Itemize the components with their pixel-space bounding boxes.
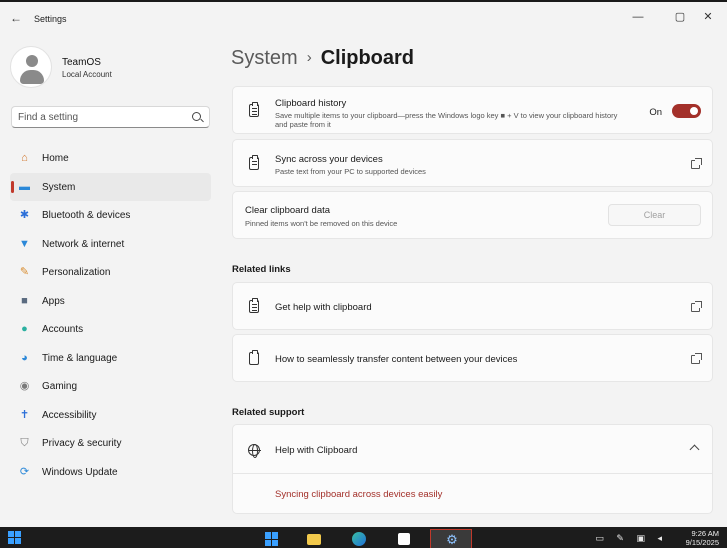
related-link-transfer[interactable]: How to seamlessly transfer content betwe… <box>232 334 713 382</box>
clipboard-history-description: Save multiple items to your clipboard—pr… <box>275 111 618 129</box>
sidebar-item-system[interactable]: ▬ System <box>10 172 211 201</box>
sidebar-item-label: Windows Update <box>42 466 118 478</box>
accessibility-icon: ✝ <box>19 408 30 421</box>
sidebar-item-time-language[interactable]: ◕ Time & language <box>10 344 211 373</box>
update-icon: ⟳ <box>19 465 30 478</box>
title-bar: ← Settings — ▢ ✕ <box>0 2 727 36</box>
avatar-head-icon <box>26 55 38 67</box>
profile-card[interactable]: TeamOS Local Account <box>10 46 210 90</box>
avatar-body-icon <box>20 70 44 84</box>
edge-icon[interactable] <box>345 529 373 548</box>
sidebar-item-apps[interactable]: ■ Apps <box>10 287 211 316</box>
minimize-button[interactable]: — <box>623 6 653 28</box>
sidebar-item-privacy-security[interactable]: ⛉ Privacy & security <box>10 429 211 458</box>
external-link-icon <box>691 158 702 169</box>
avatar <box>10 46 52 88</box>
app-title: Settings <box>34 14 67 24</box>
sidebar-item-label: Accessibility <box>42 409 97 421</box>
help-with-clipboard-card: Help with Clipboard Syncing clipboard ac… <box>232 424 713 514</box>
sync-devices-description: Paste text from your PC to supported dev… <box>275 167 426 176</box>
breadcrumb-separator-icon: › <box>306 49 312 66</box>
system-icon: ▬ <box>19 180 30 193</box>
apps-icon: ■ <box>21 294 28 307</box>
sidebar-item-gaming[interactable]: ◉ Gaming <box>10 372 211 401</box>
related-link-label: Get help with clipboard <box>275 302 372 313</box>
chevron-up-icon[interactable] <box>689 444 700 455</box>
clear-button[interactable]: Clear <box>608 204 701 226</box>
clipboard-history-card: Clipboard history Save multiple items to… <box>232 86 713 134</box>
help-with-clipboard-title: Help with Clipboard <box>275 445 358 456</box>
clock-time: 9:26 AM <box>691 529 719 538</box>
close-button[interactable]: ✕ <box>693 6 723 28</box>
sync-devices-card[interactable]: Sync across your devices Paste text from… <box>232 139 713 187</box>
sync-devices-title: Sync across your devices <box>275 154 383 165</box>
bluetooth-icon: ✱ <box>19 209 30 221</box>
settings-window: ← Settings — ▢ ✕ TeamOS Local Account ⌂ H… <box>0 0 727 527</box>
sidebar-item-label: System <box>42 181 76 193</box>
clear-clipboard-title: Clear clipboard data <box>245 205 331 216</box>
sidebar-item-personalization[interactable]: ✎ Personalization <box>10 258 211 287</box>
sidebar-item-windows-update[interactable]: ⟳ Windows Update <box>10 458 211 487</box>
breadcrumb-parent[interactable]: System <box>231 47 298 69</box>
sidebar-item-label: Apps <box>42 295 65 307</box>
sidebar-item-label: Bluetooth & devices <box>42 210 131 221</box>
sidebar-item-label: Home <box>42 153 69 164</box>
brush-icon: ✎ <box>19 266 30 278</box>
search-icon[interactable] <box>192 112 201 121</box>
related-link-get-help[interactable]: Get help with clipboard <box>232 282 713 330</box>
sidebar-item-label: Network & internet <box>42 238 125 250</box>
sidebar-item-home[interactable]: ⌂ Home <box>10 144 211 173</box>
globe-clock-icon: ◕ <box>21 351 28 364</box>
maximize-button[interactable]: ▢ <box>665 6 695 28</box>
wifi-icon: ▼ <box>19 237 30 250</box>
home-icon: ⌂ <box>21 152 28 164</box>
clipboard-history-state: On <box>649 107 662 118</box>
gamepad-icon: ◉ <box>19 380 30 392</box>
file-explorer-icon[interactable] <box>300 529 328 548</box>
sidebar-item-bluetooth-devices[interactable]: ✱ Bluetooth & devices <box>10 201 211 230</box>
clock[interactable]: 9:26 AM 9/15/2025 <box>686 529 719 547</box>
related-links-heading: Related links <box>232 264 291 275</box>
search-box[interactable] <box>11 106 210 128</box>
accounts-icon: ● <box>21 323 28 335</box>
clipboard-history-toggle[interactable] <box>672 104 701 118</box>
external-link-icon <box>691 301 702 312</box>
settings-taskbar-icon[interactable]: ⚙ <box>430 529 472 548</box>
clock-date: 9/15/2025 <box>685 538 719 547</box>
clear-clipboard-description: Pinned items won't be removed on this de… <box>245 219 398 228</box>
sidebar-item-accessibility[interactable]: ✝ Accessibility <box>10 401 211 430</box>
globe-icon <box>248 444 261 458</box>
sidebar-item-network-internet[interactable]: ▼ Network & internet <box>10 230 211 259</box>
external-link-icon <box>691 353 702 364</box>
taskbar-start-icon[interactable] <box>258 529 286 548</box>
clipboard-list-icon <box>249 102 259 117</box>
related-support-heading: Related support <box>232 407 305 418</box>
clipboard-history-title: Clipboard history <box>275 98 347 109</box>
page-title: Clipboard <box>320 47 415 69</box>
shield-icon: ⛉ <box>20 437 29 449</box>
related-link-label: How to seamlessly transfer content betwe… <box>275 354 518 365</box>
start-button[interactable] <box>8 531 22 545</box>
back-arrow-icon[interactable]: ← <box>9 11 23 25</box>
system-tray[interactable]: ▭ ✎ ▣ ◂ <box>595 533 667 544</box>
sidebar-item-label: Gaming <box>42 381 78 392</box>
help-link[interactable]: Syncing clipboard across devices easily <box>275 489 442 500</box>
clipboard-list-icon <box>249 298 259 313</box>
taskbar: ⚙ ▭ ✎ ▣ ◂ 9:26 AM 9/15/2025 <box>0 527 727 548</box>
clipboard-sync-icon <box>249 155 259 170</box>
sidebar-item-label: Personalization <box>42 267 111 278</box>
breadcrumb: System › Clipboard <box>231 47 414 73</box>
clipboard-icon <box>249 350 259 365</box>
clear-clipboard-card: Clear clipboard data Pinned items won't … <box>232 191 713 239</box>
help-with-clipboard-header[interactable]: Help with Clipboard <box>233 425 712 474</box>
sidebar-item-label: Privacy & security <box>42 438 122 449</box>
sidebar-item-label: Accounts <box>42 324 84 335</box>
sidebar-item-label: Time & language <box>42 352 118 364</box>
profile-account-type: Local Account <box>62 70 112 79</box>
sidebar-item-accounts[interactable]: ● Accounts <box>10 315 211 344</box>
sidebar-nav: ⌂ Home ▬ System ✱ Bluetooth & devices ▼ Network… <box>10 144 211 486</box>
profile-name: TeamOS <box>62 57 101 68</box>
store-icon[interactable] <box>390 529 418 548</box>
search-input[interactable] <box>18 110 188 124</box>
